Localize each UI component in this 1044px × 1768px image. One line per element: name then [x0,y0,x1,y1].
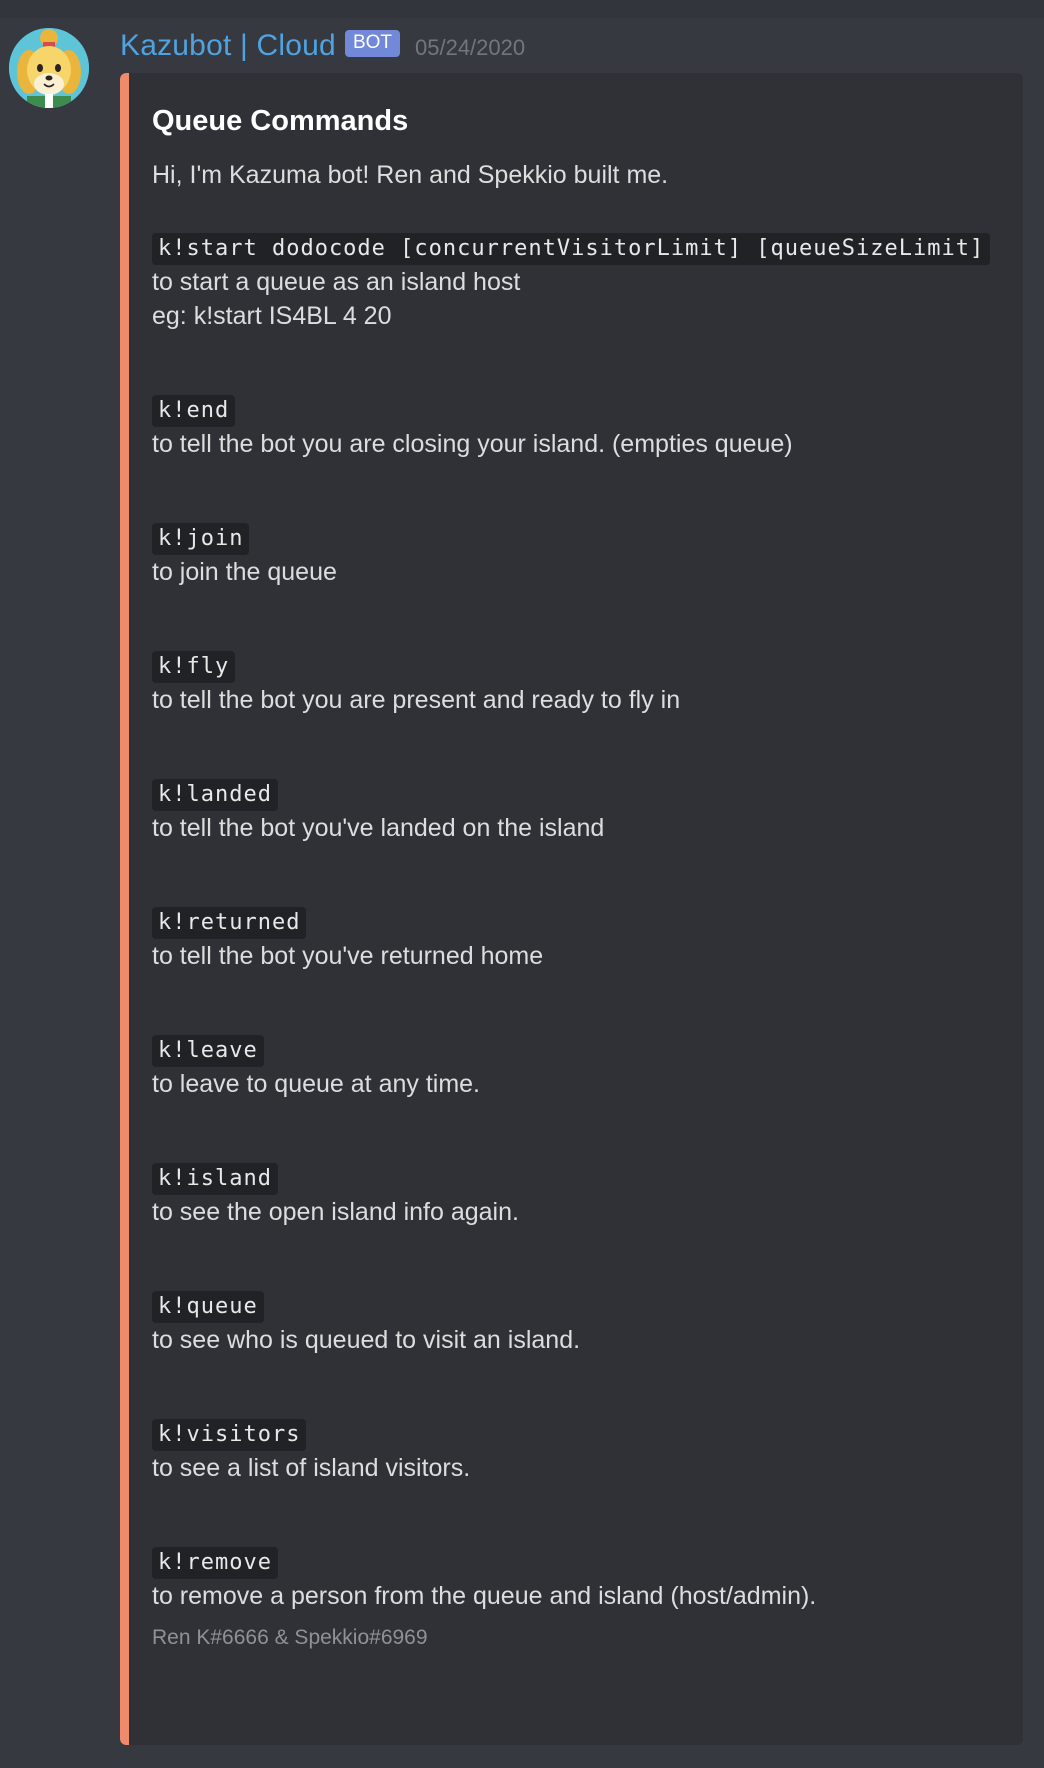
command-item: k!island to see the open island info agai… [152,1159,1003,1229]
command-description: to see a list of island visitors. [152,1454,471,1482]
command-description: to leave to queue at any time. [152,1070,480,1098]
command-description: eg: k!start IS4BL 4 20 [152,302,392,330]
command-code[interactable]: k!remove [152,1547,278,1579]
command-code[interactable]: k!returned [152,907,307,939]
command-description: to tell the bot you are closing your isl… [152,430,793,458]
embed-footer: Ren K#6666 & Spekkio#6969 [152,1626,428,1649]
bot-tag-badge: BOT [344,29,400,57]
command-item: k!returned to tell the bot you've returne… [152,903,1003,973]
command-description: to tell the bot you've returned home [152,942,544,970]
command-code[interactable]: k!leave [152,1035,264,1067]
bot-message: Kazubot | Cloud BOT 05/24/2020 Queue Com… [0,0,1044,1768]
command-description: to see the open island info again. [152,1198,519,1226]
command-code[interactable]: k!end [152,395,236,427]
command-list: k!start dodocode [concurrentVisitorLimit… [152,229,1003,1613]
command-item: k!remove to remove a person from the queu… [152,1543,1003,1613]
command-code[interactable]: k!visitors [152,1419,307,1451]
command-description: to tell the bot you've landed on the isl… [152,814,605,842]
command-item: k!visitors to see a list of island visito… [152,1415,1003,1485]
command-description: to join the queue [152,558,337,586]
command-description: to tell the bot you are present and read… [152,686,681,714]
command-description: to start a queue as an island host [152,268,521,296]
command-item: k!leave to leave to queue at any time. [152,1031,1003,1101]
command-item: k!queue to see who is queued to visit an … [152,1287,1003,1357]
command-code[interactable]: k!start dodocode [concurrentVisitorLimit… [152,233,991,265]
command-item: k!start dodocode [concurrentVisitorLimit… [152,229,1003,333]
message-header: Kazubot | Cloud BOT 05/24/2020 [120,24,525,68]
embed-intro: Hi, I'm Kazuma bot! Ren and Spekkio buil… [152,161,669,189]
command-code[interactable]: k!fly [152,651,236,683]
command-code[interactable]: k!island [152,1163,278,1195]
command-item: k!join to join the queue [152,519,1003,589]
embed-accent-bar [120,73,129,1745]
embed-title: Queue Commands [152,105,409,137]
command-description: to see who is queued to visit an island. [152,1326,581,1354]
message-timestamp[interactable]: 05/24/2020 [415,35,525,61]
command-item: k!end to tell the bot you are closing you… [152,391,1003,461]
command-item: k!fly to tell the bot you are present and… [152,647,1003,717]
queue-commands-embed: Queue Commands Hi, I'm Kazuma bot! Ren a… [120,73,1023,1745]
username[interactable]: Kazubot | Cloud [120,29,336,63]
command-description: to remove a person from the queue and is… [152,1582,817,1610]
command-code[interactable]: k!join [152,523,250,555]
villager-dog-avatar-icon[interactable] [9,28,89,108]
command-code[interactable]: k!queue [152,1291,264,1323]
embed-description: Hi, I'm Kazuma bot! Ren and Spekkio buil… [152,157,1003,1613]
embed-content: Queue Commands Hi, I'm Kazuma bot! Ren a… [152,103,1003,1653]
command-item: k!landed to tell the bot you've landed on… [152,775,1003,845]
command-code[interactable]: k!landed [152,779,278,811]
